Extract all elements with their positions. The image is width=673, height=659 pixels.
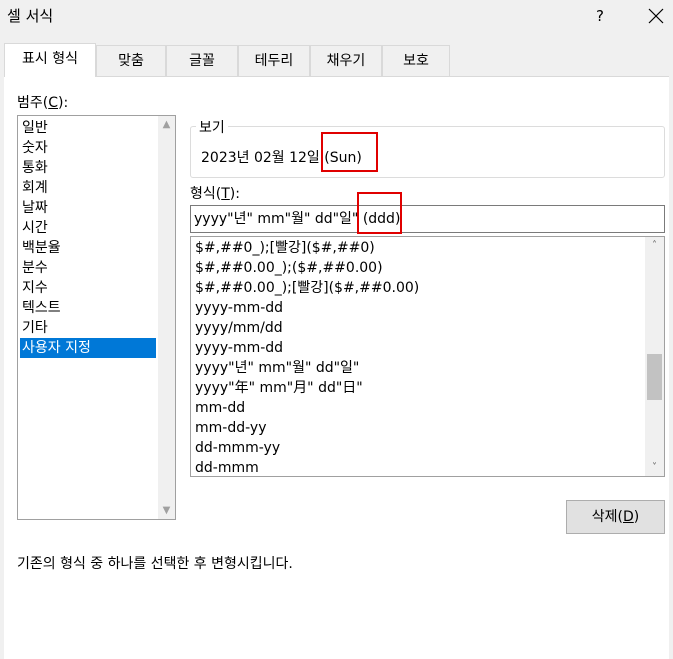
format-label: 형식(T):: [190, 186, 240, 202]
category-item[interactable]: 일반: [20, 118, 156, 138]
format-list-item[interactable]: $#,##0.00_);[빨강]($#,##0.00): [195, 278, 419, 298]
tab-protection[interactable]: 보호: [382, 45, 450, 76]
format-list-item[interactable]: $#,##0_);[빨강]($#,##0): [195, 238, 375, 258]
category-item[interactable]: 기타: [20, 318, 156, 338]
category-label: 범주(C):: [17, 95, 69, 111]
category-item[interactable]: 숫자: [20, 138, 156, 158]
title-bar: 셀 서식 ?: [0, 0, 673, 32]
tab-number-format[interactable]: 표시 형식: [4, 43, 96, 77]
category-item[interactable]: 텍스트: [20, 298, 156, 318]
format-list-item[interactable]: yyyy-mm-dd: [195, 298, 283, 318]
category-item-selected[interactable]: 사용자 지정: [20, 338, 156, 358]
format-input[interactable]: yyyy"년" mm"월" dd"일" (ddd): [190, 205, 665, 233]
help-button[interactable]: ?: [588, 3, 612, 29]
format-list-item[interactable]: mm-dd: [195, 398, 245, 418]
delete-button[interactable]: 삭제(D): [566, 500, 665, 534]
format-list-item[interactable]: $#,##0.00_);($#,##0.00): [195, 258, 383, 278]
scroll-up-icon[interactable]: ▲: [158, 116, 175, 133]
format-list-item[interactable]: yyyy/mm/dd: [195, 318, 283, 338]
annotation-highlight-box: [321, 132, 378, 172]
category-item[interactable]: 통화: [20, 158, 156, 178]
category-item[interactable]: 백분율: [20, 238, 156, 258]
window-title: 셀 서식: [7, 7, 54, 25]
annotation-highlight-box: [357, 192, 402, 234]
category-item[interactable]: 날짜: [20, 198, 156, 218]
close-icon: [648, 8, 664, 24]
format-list[interactable]: $#,##0_);[빨강]($#,##0) $#,##0.00_);($#,##…: [190, 236, 665, 477]
tab-alignment[interactable]: 맞춤: [96, 45, 166, 76]
description-text: 기존의 형식 중 하나를 선택한 후 변형시킵니다.: [17, 556, 293, 572]
format-list-scrollbar[interactable]: ˄ ˅: [645, 237, 664, 476]
scroll-down-icon[interactable]: ▼: [158, 502, 175, 519]
scroll-up-icon[interactable]: ˄: [645, 237, 664, 254]
category-item[interactable]: 회계: [20, 178, 156, 198]
tab-font[interactable]: 글꼴: [166, 45, 238, 76]
format-list-item[interactable]: dd-mmm: [195, 458, 259, 476]
scrollbar-thumb[interactable]: [647, 354, 662, 400]
close-button[interactable]: [643, 3, 669, 29]
sample-label: 보기: [196, 117, 228, 137]
format-list-item[interactable]: mm-dd-yy: [195, 418, 266, 438]
format-list-item[interactable]: yyyy-mm-dd: [195, 338, 283, 358]
category-list[interactable]: 일반 숫자 통화 회계 날짜 시간 백분율 분수 지수 텍스트 기타 사용자 지…: [17, 115, 176, 520]
category-scrollbar[interactable]: ▲ ▼: [158, 116, 175, 519]
category-item[interactable]: 시간: [20, 218, 156, 238]
format-list-item[interactable]: yyyy"年" mm"月" dd"日": [195, 378, 363, 398]
tab-border[interactable]: 테두리: [238, 45, 310, 76]
scroll-down-icon[interactable]: ˅: [645, 459, 664, 476]
category-item[interactable]: 지수: [20, 278, 156, 298]
format-list-item[interactable]: dd-mmm-yy: [195, 438, 280, 458]
format-list-item[interactable]: yyyy"년" mm"월" dd"일": [195, 358, 359, 378]
tab-fill[interactable]: 채우기: [310, 45, 382, 76]
category-item[interactable]: 분수: [20, 258, 156, 278]
tab-divider: [4, 76, 669, 77]
